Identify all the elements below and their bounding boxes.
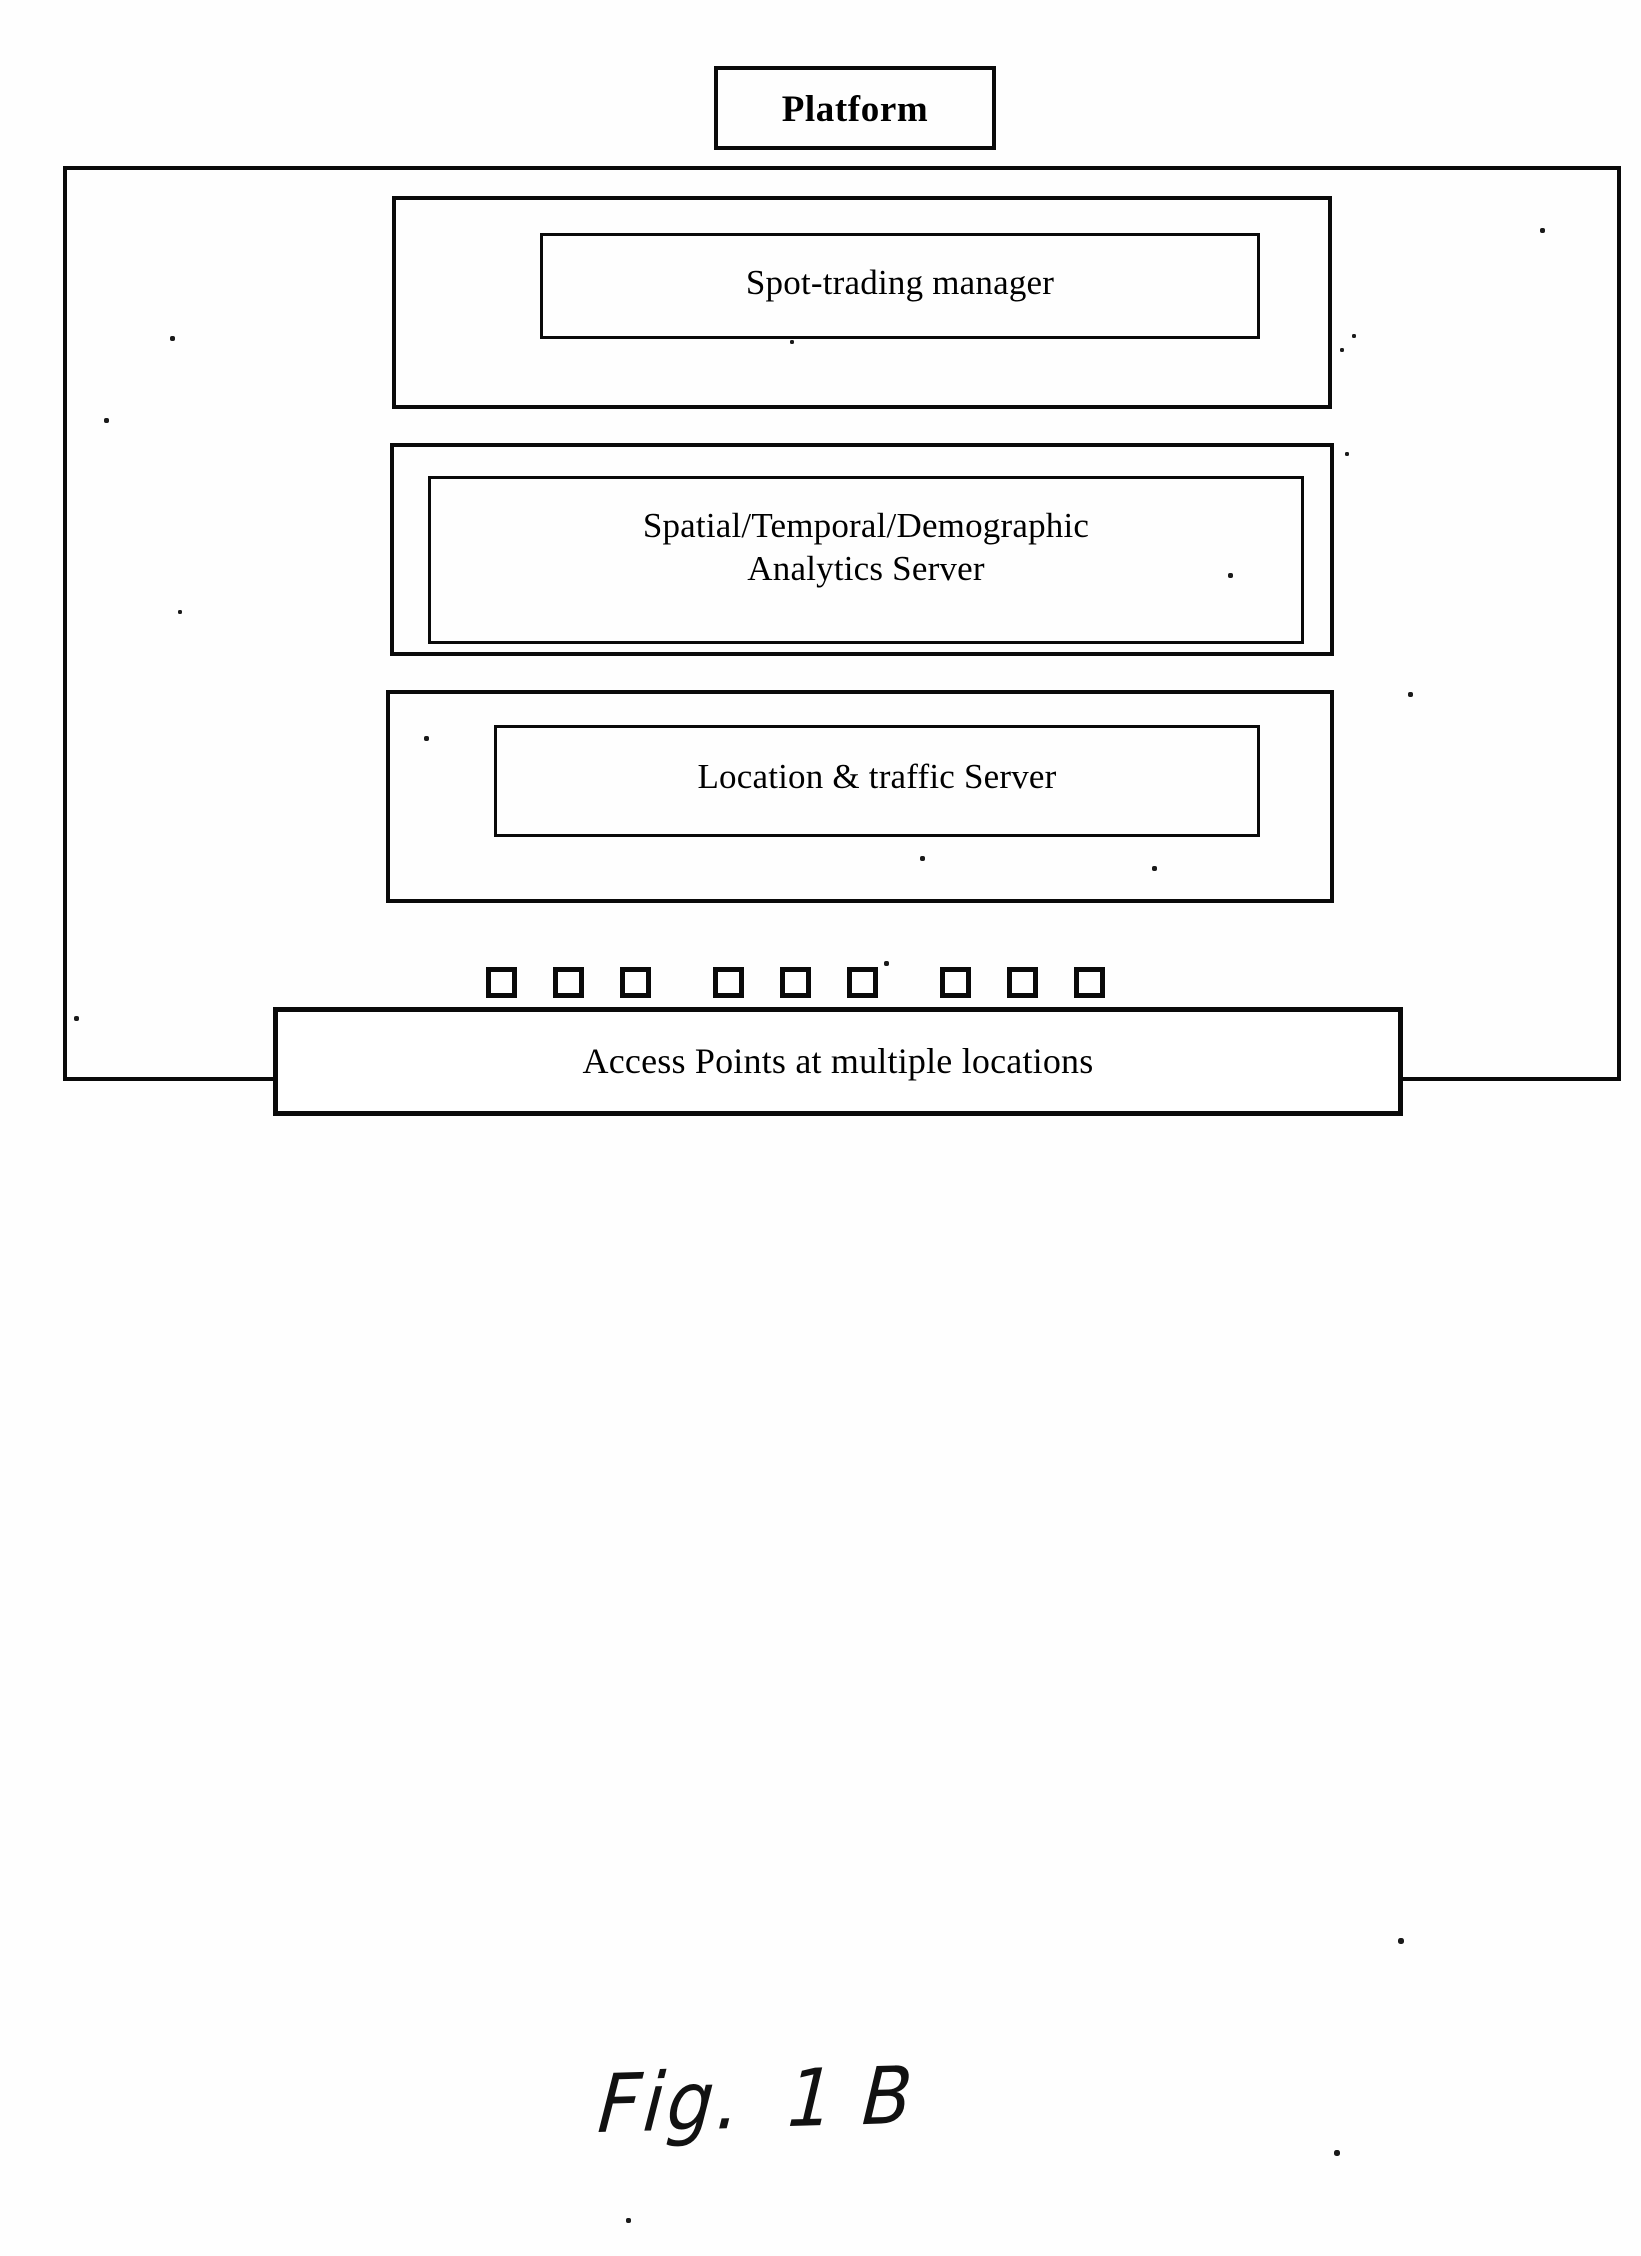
module-label-analytics-server: Spatial/Temporal/Demographic Analytics S… [642, 506, 1090, 588]
figure-caption: Fig. 1 B [595, 2048, 1021, 2151]
access-point-square-icon [486, 966, 517, 998]
scan-speck [1398, 1938, 1404, 1944]
scanned-page: Platform Spot-trading manager Spatial/Te… [0, 0, 1641, 2256]
platform-title-label: Platform [781, 89, 929, 130]
access-point-square-row [486, 958, 1186, 1006]
access-point-group [940, 966, 1105, 998]
access-point-square-icon [1007, 966, 1038, 998]
scan-speck [74, 1016, 79, 1021]
access-point-square-icon [553, 966, 584, 998]
access-point-square-icon [847, 966, 878, 998]
access-point-square-icon [940, 966, 971, 998]
scan-speck [920, 856, 925, 861]
scan-speck [1352, 334, 1356, 338]
scan-speck [1228, 573, 1233, 578]
scan-speck [1408, 692, 1413, 697]
platform-title-box: Platform [714, 66, 996, 150]
scan-speck [1334, 2150, 1340, 2156]
access-points-bar-label: Access Points at multiple locations [582, 1041, 1094, 1081]
module-label-spot-trading-manager: Spot-trading manager [745, 263, 1055, 302]
module-inner-location-traffic-server: Location & traffic Server [494, 725, 1260, 837]
scan-speck [884, 961, 889, 966]
access-point-square-icon [780, 966, 811, 998]
scan-speck [790, 340, 794, 344]
module-inner-analytics-server: Spatial/Temporal/Demographic Analytics S… [428, 476, 1304, 644]
access-points-bar: Access Points at multiple locations [273, 1007, 1403, 1116]
access-point-group [486, 966, 651, 998]
access-point-group [713, 966, 878, 998]
access-point-square-icon [620, 966, 651, 998]
scan-speck [104, 418, 109, 423]
scan-speck [178, 610, 182, 614]
scan-speck [626, 2218, 631, 2223]
module-label-location-traffic-server: Location & traffic Server [697, 757, 1057, 796]
scan-speck [424, 736, 429, 741]
figure-caption-number: 1 B [785, 2048, 918, 2145]
module-inner-spot-trading-manager: Spot-trading manager [540, 233, 1260, 339]
scan-speck [1152, 866, 1157, 871]
access-point-square-icon [1074, 966, 1105, 998]
scan-speck [1345, 452, 1349, 456]
scan-speck [170, 336, 175, 341]
figure-caption-prefix: Fig. [595, 2052, 748, 2152]
scan-speck [1340, 348, 1344, 352]
access-point-square-icon [713, 966, 744, 998]
scan-speck [1540, 228, 1545, 233]
